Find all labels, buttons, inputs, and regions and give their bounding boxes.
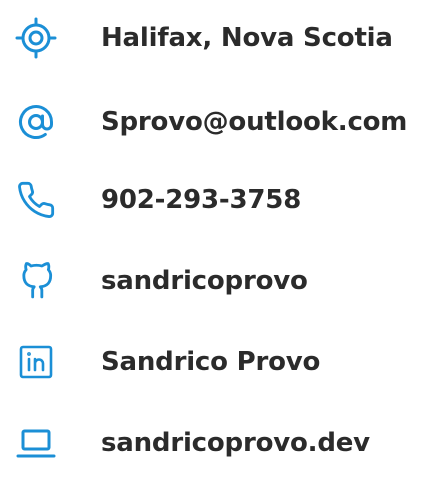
github-icon [14,260,58,302]
laptop-icon [14,422,58,464]
email-link[interactable]: Sprovo@outlook.com [101,97,407,147]
github-link[interactable]: sandricoprovo [101,256,308,306]
contact-item-github: sandricoprovo [0,256,439,306]
linkedin-link[interactable]: Sandrico Provo [101,337,320,387]
location-target-icon [14,17,58,59]
contact-item-phone: 902-293-3758 [0,175,439,225]
at-sign-icon [14,101,58,143]
contact-list: Halifax, Nova Scotia Sprovo@outlook.com … [0,0,439,477]
website-link[interactable]: sandricoprovo.dev [101,418,370,468]
contact-item-website: sandricoprovo.dev [0,418,439,468]
location-text: Halifax, Nova Scotia [101,23,393,53]
phone-link[interactable]: 902-293-3758 [101,175,301,225]
contact-item-location: Halifax, Nova Scotia [0,13,439,63]
phone-icon [14,179,58,221]
contact-item-email: Sprovo@outlook.com [0,97,439,147]
contact-item-linkedin: Sandrico Provo [0,337,439,387]
linkedin-icon [14,341,58,383]
